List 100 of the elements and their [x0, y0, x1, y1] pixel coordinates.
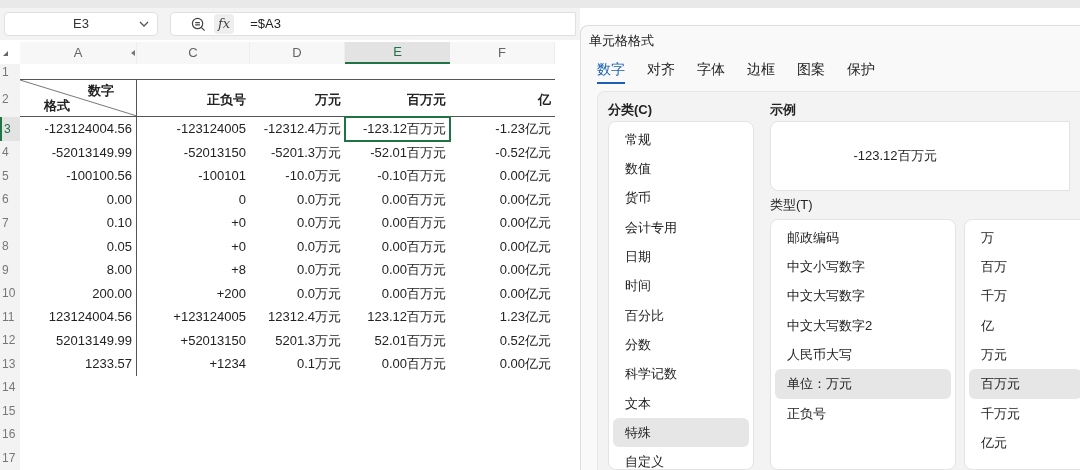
list-item[interactable]: 科学记数: [613, 359, 749, 389]
table-cell[interactable]: +52013150: [137, 328, 250, 352]
list-item[interactable]: 自定义: [613, 447, 749, 469]
table-cell[interactable]: +0: [137, 211, 250, 235]
tab[interactable]: 数字: [597, 56, 625, 84]
table-cell[interactable]: 5201.3万元: [250, 328, 345, 352]
table-cell[interactable]: 0.00亿元: [450, 281, 555, 305]
row-header[interactable]: 11: [0, 305, 20, 329]
table-cell[interactable]: -52013150: [137, 140, 250, 164]
tab[interactable]: 图案: [797, 56, 825, 84]
list-item[interactable]: 常规: [613, 125, 749, 155]
table-cell[interactable]: +0: [137, 234, 250, 258]
list-item[interactable]: 千万: [969, 281, 1080, 311]
row-header[interactable]: 15: [0, 399, 20, 423]
table-cell[interactable]: 8.00: [20, 258, 137, 282]
table-cell[interactable]: 200.00: [20, 281, 137, 305]
row-header[interactable]: 13: [0, 352, 20, 376]
list-item[interactable]: 中文大写数字: [775, 281, 951, 311]
table-cell[interactable]: 0.1万元: [250, 352, 345, 376]
table-cell[interactable]: 0.00亿元: [450, 258, 555, 282]
table-cell[interactable]: 0.05: [20, 234, 137, 258]
function-icon[interactable]: fx: [214, 14, 235, 34]
column-header[interactable]: E: [345, 42, 450, 64]
row-header[interactable]: 14: [0, 375, 20, 399]
table-cell[interactable]: 0: [137, 187, 250, 211]
table-cell[interactable]: 0.0万元: [250, 234, 345, 258]
tab[interactable]: 边框: [747, 56, 775, 84]
table-cell[interactable]: -1.23亿元: [450, 117, 555, 141]
table-cell[interactable]: 0.00百万元: [345, 281, 450, 305]
list-item[interactable]: 中文小写数字: [775, 252, 951, 282]
list-item[interactable]: 邮政编码: [775, 223, 951, 253]
table-cell[interactable]: -123124005: [137, 117, 250, 141]
table-cell[interactable]: 1233.57: [20, 352, 137, 376]
table-cell[interactable]: -123.12百万元: [345, 117, 450, 141]
row-header[interactable]: 9: [0, 258, 20, 282]
name-box[interactable]: E3: [4, 12, 158, 36]
table-cell[interactable]: +123124005: [137, 305, 250, 329]
column-header[interactable]: A: [20, 42, 137, 64]
table-cell[interactable]: +8: [137, 258, 250, 282]
table-cell[interactable]: -100101: [137, 164, 250, 188]
table-cell[interactable]: 12312.4万元: [250, 305, 345, 329]
table-cell[interactable]: 123.12百万元: [345, 305, 450, 329]
table-cell[interactable]: 0.00: [20, 187, 137, 211]
table-cell[interactable]: 0.00亿元: [450, 164, 555, 188]
list-item[interactable]: 百万元: [969, 369, 1080, 399]
row-header[interactable]: 8: [0, 234, 20, 258]
tab[interactable]: 字体: [697, 56, 725, 84]
table-cell[interactable]: -0.10百万元: [345, 164, 450, 188]
list-item[interactable]: 单位：万元: [775, 369, 951, 399]
table-cell[interactable]: 0.52亿元: [450, 328, 555, 352]
zoom-icon[interactable]: [191, 16, 206, 32]
table-cell[interactable]: 52013149.99: [20, 328, 137, 352]
list-item[interactable]: 百万: [969, 252, 1080, 282]
row-header[interactable]: 7: [0, 211, 20, 235]
row-header[interactable]: 2: [0, 80, 20, 117]
table-cell[interactable]: -123124004.56: [20, 117, 137, 141]
list-item[interactable]: 百分比: [613, 300, 749, 331]
table-cell[interactable]: 0.00百万元: [345, 258, 450, 282]
table-cell[interactable]: 0.0万元: [250, 258, 345, 282]
list-item[interactable]: 会计专用: [613, 212, 749, 243]
table-cell[interactable]: 1.23亿元: [450, 305, 555, 329]
table-cell[interactable]: -10.0万元: [250, 164, 345, 188]
table-cell[interactable]: -100100.56: [20, 164, 137, 188]
row-header[interactable]: 4: [0, 140, 20, 164]
table-cell[interactable]: +200: [137, 281, 250, 305]
list-item[interactable]: 正负号: [775, 398, 951, 429]
table-cell[interactable]: 0.00亿元: [450, 234, 555, 258]
table-cell[interactable]: 0.00亿元: [450, 352, 555, 376]
formula-field[interactable]: fx =$A3: [170, 12, 576, 36]
row-header[interactable]: 5: [0, 164, 20, 188]
row-header[interactable]: 17: [0, 446, 20, 470]
table-cell[interactable]: -52013149.99: [20, 140, 137, 164]
row-header[interactable]: 1: [0, 64, 20, 80]
table-cell[interactable]: -0.52亿元: [450, 140, 555, 164]
list-item[interactable]: 千万元: [969, 398, 1080, 429]
table-cell[interactable]: 0.00百万元: [345, 352, 450, 376]
table-cell[interactable]: 52.01百万元: [345, 328, 450, 352]
row-header[interactable]: 3: [0, 117, 20, 141]
table-cell[interactable]: -5201.3万元: [250, 140, 345, 164]
list-item[interactable]: 万: [969, 223, 1080, 253]
row-header[interactable]: 10: [0, 281, 20, 305]
column-header[interactable]: C: [137, 42, 250, 64]
table-cell[interactable]: 0.00亿元: [450, 211, 555, 235]
table-cell[interactable]: 0.0万元: [250, 187, 345, 211]
list-item[interactable]: 亿元: [969, 428, 1080, 458]
list-item[interactable]: 数值: [613, 154, 749, 184]
list-item[interactable]: 时间: [613, 271, 749, 301]
table-cell[interactable]: 0.00百万元: [345, 211, 450, 235]
column-header[interactable]: F: [450, 42, 555, 64]
table-cell[interactable]: 0.00亿元: [450, 187, 555, 211]
list-item[interactable]: 日期: [613, 242, 749, 272]
list-item[interactable]: 万元: [969, 340, 1080, 370]
table-cell[interactable]: -12312.4万元: [250, 117, 345, 141]
table-cell[interactable]: 0.00百万元: [345, 187, 450, 211]
table-cell[interactable]: 0.10: [20, 211, 137, 235]
list-item[interactable]: 分数: [613, 330, 749, 360]
list-item[interactable]: 亿: [969, 310, 1080, 341]
column-header[interactable]: D: [250, 42, 345, 64]
row-header[interactable]: 16: [0, 422, 20, 446]
row-header[interactable]: 6: [0, 187, 20, 211]
